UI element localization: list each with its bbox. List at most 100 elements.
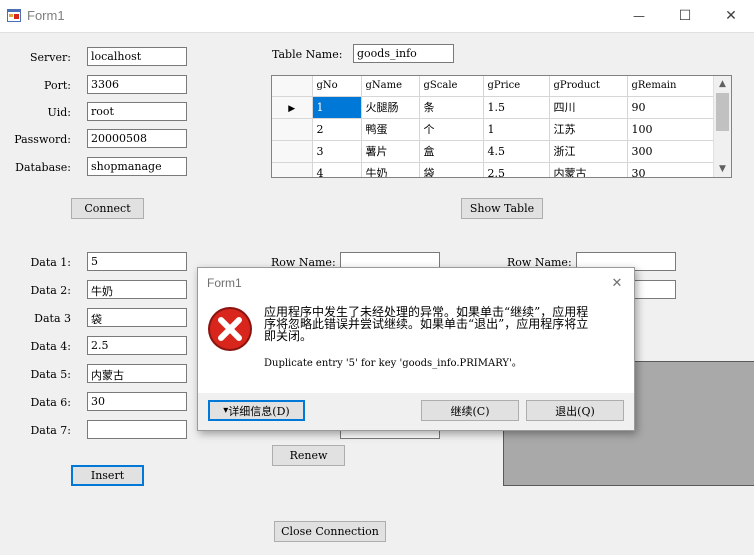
minimize-button[interactable]: — <box>616 0 662 32</box>
scroll-down-icon[interactable]: ▼ <box>714 161 731 177</box>
table-row[interactable]: ▶ 1 火腿肠 条 1.5 四川 90 <box>272 96 714 119</box>
quit-button[interactable]: 退出(Q) <box>526 400 624 421</box>
continue-button[interactable]: 继续(C) <box>421 400 519 421</box>
table-name-input[interactable]: goods_info <box>353 44 454 63</box>
password-input[interactable]: 20000508 <box>87 129 187 148</box>
current-row-arrow-icon: ▶ <box>288 103 296 114</box>
table-cell[interactable]: 个 <box>419 118 484 141</box>
row-header[interactable]: ▶ <box>272 96 313 119</box>
exception-dialog: Form1 ✕ 应用程序中发生了未经处理的异常。如果单击“继续”，应用程 序将忽… <box>197 267 635 431</box>
data6-label: Data 6: <box>30 396 71 409</box>
table-name-label: Table Name: <box>272 48 343 61</box>
password-label: Password: <box>14 133 71 146</box>
column-header[interactable]: gPrice <box>483 76 550 97</box>
column-header[interactable]: gRemain <box>627 76 714 97</box>
grid-table: gNo gName gScale gPrice gProduct gRemain… <box>272 76 714 177</box>
insert-button[interactable]: Insert <box>71 465 144 486</box>
table-cell[interactable]: 牛奶 <box>361 162 420 177</box>
dialog-button-bar: ▾ 详细信息(D) 继续(C) 退出(Q) <box>198 393 634 430</box>
table-cell[interactable]: 300 <box>627 140 714 163</box>
column-header[interactable]: gScale <box>419 76 484 97</box>
data1-input[interactable]: 5 <box>87 252 187 271</box>
table-cell[interactable]: 2.5 <box>483 162 550 177</box>
table-cell[interactable]: 薯片 <box>361 140 420 163</box>
error-icon <box>208 307 252 351</box>
details-button[interactable]: ▾ 详细信息(D) <box>208 400 305 421</box>
table-cell[interactable]: 1.5 <box>483 96 550 119</box>
uid-input[interactable]: root <box>87 102 187 121</box>
data3-input[interactable]: 袋 <box>87 308 187 327</box>
database-input[interactable]: shopmanage <box>87 157 187 176</box>
table-cell[interactable]: 2 <box>312 118 362 141</box>
maximize-button[interactable]: ☐ <box>662 0 708 32</box>
data4-label: Data 4: <box>30 340 71 353</box>
table-cell[interactable]: 火腿肠 <box>361 96 420 119</box>
close-icon: ✕ <box>725 8 737 24</box>
server-label: Server: <box>30 51 71 64</box>
row-header[interactable] <box>272 118 313 141</box>
error-detail: Duplicate entry '5' for key 'goods_info.… <box>264 358 522 369</box>
table-cell[interactable]: 鸭蛋 <box>361 118 420 141</box>
table-cell[interactable]: 条 <box>419 96 484 119</box>
scroll-up-icon[interactable]: ▲ <box>714 76 731 92</box>
row-header[interactable] <box>272 140 313 163</box>
connect-button[interactable]: Connect <box>71 198 144 219</box>
table-cell[interactable]: 1 <box>483 118 550 141</box>
grid-header-row: gNo gName gScale gPrice gProduct gRemain <box>272 76 714 97</box>
app-icon <box>7 9 21 22</box>
data2-input[interactable]: 牛奶 <box>87 280 187 299</box>
show-table-button[interactable]: Show Table <box>461 198 543 219</box>
data7-label: Data 7: <box>30 424 71 437</box>
close-button[interactable]: ✕ <box>708 0 754 32</box>
dialog-close-button[interactable]: ✕ <box>606 273 628 293</box>
table-row[interactable]: 2 鸭蛋 个 1 江苏 100 <box>272 118 714 141</box>
table-row[interactable]: 4 牛奶 袋 2.5 内蒙古 30 <box>272 162 714 177</box>
table-cell[interactable]: 30 <box>627 162 714 177</box>
port-input[interactable]: 3306 <box>87 75 187 94</box>
title-bar: Form1 — ☐ ✕ <box>0 0 754 33</box>
grid-corner-cell <box>272 76 313 97</box>
error-message-line: 即关闭。 <box>264 329 313 343</box>
table-cell[interactable]: 100 <box>627 118 714 141</box>
dialog-title: Form1 <box>207 276 242 290</box>
data1-label: Data 1: <box>30 256 71 269</box>
error-message: 应用程序中发生了未经处理的异常。如果单击“继续”，应用程 序将忽略此错误并尝试继… <box>264 306 614 342</box>
close-icon: ✕ <box>611 275 623 291</box>
data4-input[interactable]: 2.5 <box>87 336 187 355</box>
table-cell[interactable]: 4.5 <box>483 140 550 163</box>
data7-input[interactable] <box>87 420 187 439</box>
minimize-icon: — <box>633 9 645 23</box>
server-input[interactable]: localhost <box>87 47 187 66</box>
row-header[interactable] <box>272 162 313 177</box>
table-cell[interactable]: 内蒙古 <box>549 162 628 177</box>
table-cell[interactable]: 浙江 <box>549 140 628 163</box>
column-header[interactable]: gNo <box>312 76 362 97</box>
data-grid[interactable]: gNo gName gScale gPrice gProduct gRemain… <box>271 75 732 178</box>
column-header[interactable]: gName <box>361 76 420 97</box>
table-cell[interactable]: 90 <box>627 96 714 119</box>
table-row[interactable]: 3 薯片 盒 4.5 浙江 300 <box>272 140 714 163</box>
maximize-icon: ☐ <box>678 8 692 24</box>
table-cell[interactable]: 盒 <box>419 140 484 163</box>
data5-label: Data 5: <box>30 368 71 381</box>
table-cell[interactable]: 4 <box>312 162 362 177</box>
data2-label: Data 2: <box>30 284 71 297</box>
column-header[interactable]: gProduct <box>549 76 628 97</box>
error-message-line: 序将忽略此错误并尝试继续。如果单击“退出”，应用程序将立 <box>264 317 589 331</box>
data5-input[interactable]: 内蒙古 <box>87 364 187 383</box>
table-cell[interactable]: 袋 <box>419 162 484 177</box>
data6-input[interactable]: 30 <box>87 392 187 411</box>
window-title: Form1 <box>27 8 65 23</box>
database-label: Database: <box>15 161 71 174</box>
close-connection-button[interactable]: Close Connection <box>274 521 386 542</box>
vertical-scrollbar[interactable]: ▲ ▼ <box>713 76 731 177</box>
table-cell[interactable]: 四川 <box>549 96 628 119</box>
details-button-label: 详细信息(D) <box>228 404 290 418</box>
renew-button[interactable]: Renew <box>272 445 345 466</box>
table-cell[interactable]: 江苏 <box>549 118 628 141</box>
table-cell[interactable]: 3 <box>312 140 362 163</box>
table-cell[interactable]: 1 <box>312 96 362 119</box>
port-label: Port: <box>44 79 71 92</box>
scroll-thumb[interactable] <box>716 93 729 131</box>
uid-label: Uid: <box>47 106 71 119</box>
